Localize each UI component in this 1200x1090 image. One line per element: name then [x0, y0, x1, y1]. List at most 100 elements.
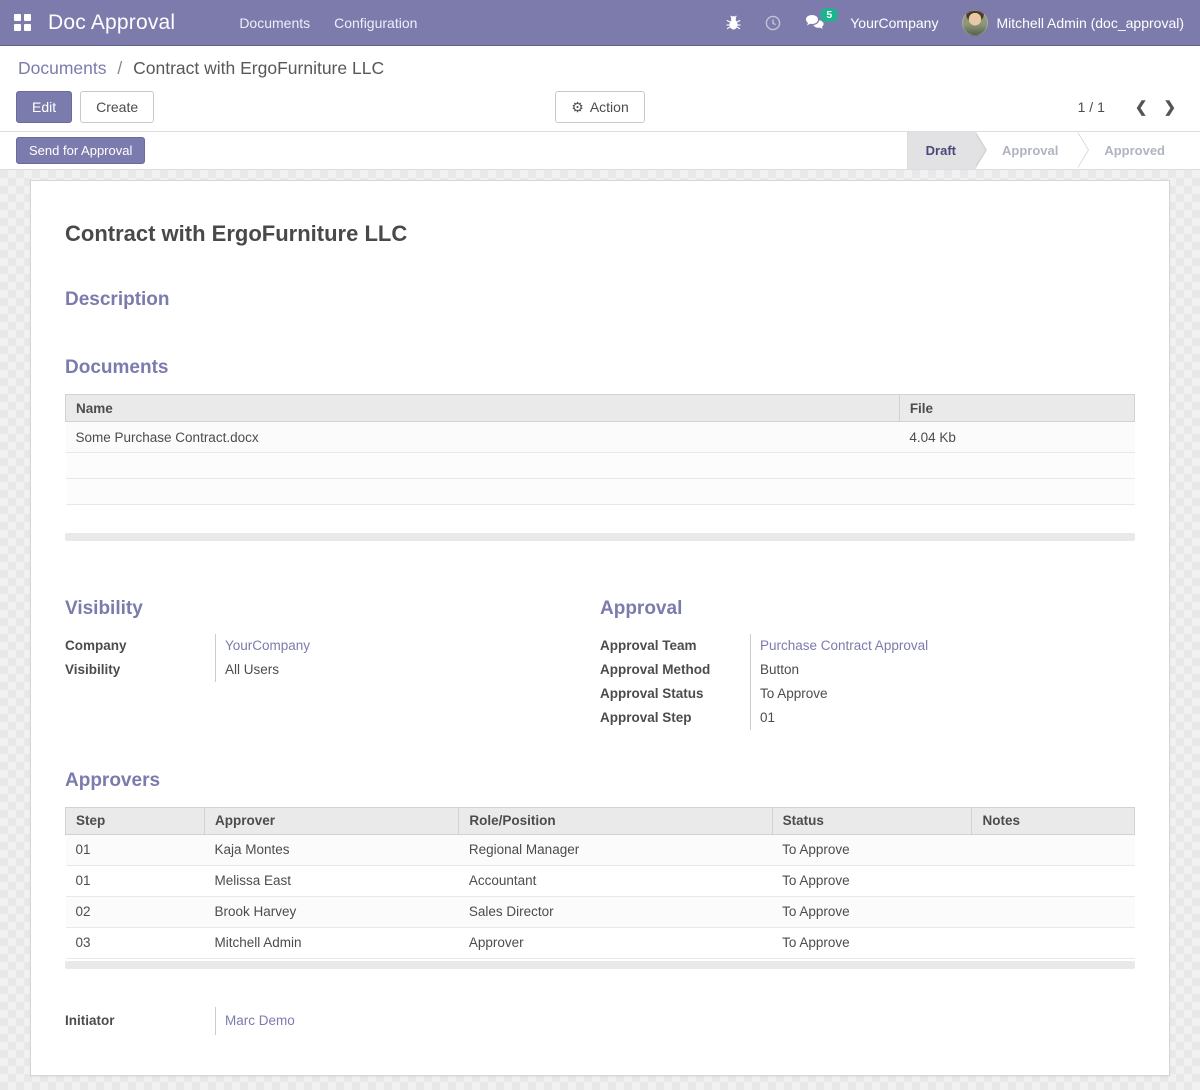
field-initiator-value: Marc Demo	[215, 1007, 600, 1035]
documents-section-heading: Documents	[65, 357, 1135, 379]
approver-notes-cell	[972, 865, 1135, 896]
approver-role-cell: Regional Manager	[459, 834, 772, 865]
company-switcher[interactable]: YourCompany	[840, 0, 948, 45]
breadcrumb-current: Contract with ErgoFurniture LLC	[133, 58, 384, 78]
breadcrumb-link-documents[interactable]: Documents	[18, 58, 107, 78]
nav-menu-documents[interactable]: Documents	[227, 0, 322, 45]
field-visibility: Visibility All Users	[65, 658, 600, 682]
field-visibility-value: All Users	[215, 658, 600, 682]
app-brand[interactable]: Doc Approval	[48, 11, 175, 35]
edit-button[interactable]: Edit	[16, 91, 72, 123]
approver-step-cell: 02	[66, 896, 205, 927]
documents-column-file[interactable]: File	[899, 395, 1134, 422]
approval-team-link[interactable]: Purchase Contract Approval	[760, 638, 928, 653]
approver-role-cell: Approver	[459, 927, 772, 958]
messages-menu-button[interactable]: 5	[795, 0, 836, 45]
field-groups: Visibility Company YourCompany Visibilit…	[65, 598, 1135, 730]
field-approval-method-label: Approval Method	[600, 658, 750, 682]
approver-name-cell: Brook Harvey	[204, 896, 458, 927]
status-step-approval[interactable]: Approval	[976, 132, 1078, 169]
status-step-approval-label: Approval	[1002, 143, 1058, 158]
approvers-column-notes[interactable]: Notes	[972, 807, 1135, 834]
documents-empty-row	[66, 453, 1135, 479]
status-step-approved-label: Approved	[1104, 143, 1165, 158]
pager-value[interactable]: 1 / 1	[1078, 99, 1105, 115]
initiator-link[interactable]: Marc Demo	[225, 1013, 295, 1028]
field-approval-status: Approval Status To Approve	[600, 682, 1135, 706]
approver-notes-cell	[972, 927, 1135, 958]
record-title: Contract with ErgoFurniture LLC	[65, 221, 1135, 247]
user-name: Mitchell Admin (doc_approval)	[996, 15, 1184, 31]
apps-menu-button[interactable]	[0, 0, 44, 45]
status-step-draft[interactable]: Draft	[908, 132, 976, 169]
message-count-badge: 5	[820, 8, 838, 22]
user-menu[interactable]: Mitchell Admin (doc_approval)	[952, 0, 1186, 45]
statusbar: Send for Approval Draft Approval Approve…	[0, 132, 1200, 170]
form-view-background: Contract with ErgoFurniture LLC Descript…	[0, 170, 1200, 1090]
approver-step-cell: 03	[66, 927, 205, 958]
field-approval-step-label: Approval Step	[600, 706, 750, 730]
approver-status-cell: To Approve	[772, 896, 972, 927]
documents-empty-row	[66, 479, 1135, 505]
nav-menu-configuration[interactable]: Configuration	[322, 0, 429, 45]
approver-name-cell: Kaja Montes	[204, 834, 458, 865]
navbar-left: Doc Approval Documents Configuration	[0, 0, 429, 45]
documents-table-row[interactable]: Some Purchase Contract.docx 4.04 Kb	[66, 422, 1135, 453]
visibility-group: Visibility Company YourCompany Visibilit…	[65, 598, 600, 730]
control-panel: Documents / Contract with ErgoFurniture …	[0, 46, 1200, 132]
approver-status-cell: To Approve	[772, 834, 972, 865]
approver-row[interactable]: 01 Melissa East Accountant To Approve	[66, 865, 1135, 896]
approvers-column-status[interactable]: Status	[772, 807, 972, 834]
pager-next-button[interactable]: ❯	[1155, 96, 1184, 118]
status-step-draft-label: Draft	[926, 143, 956, 158]
approvers-column-approver[interactable]: Approver	[204, 807, 458, 834]
documents-table-header-row: Name File	[66, 395, 1135, 422]
field-company-label: Company	[65, 634, 215, 658]
approver-row[interactable]: 02 Brook Harvey Sales Director To Approv…	[66, 896, 1135, 927]
approver-row[interactable]: 03 Mitchell Admin Approver To Approve	[66, 927, 1135, 958]
user-avatar	[962, 10, 988, 36]
approver-step-cell: 01	[66, 865, 205, 896]
approver-role-cell: Sales Director	[459, 896, 772, 927]
approver-notes-cell	[972, 896, 1135, 927]
debug-menu-button[interactable]	[716, 0, 751, 45]
field-approval-team: Approval Team Purchase Contract Approval	[600, 634, 1135, 658]
status-steps: Draft Approval Approved	[907, 132, 1185, 169]
activities-menu-button[interactable]	[755, 0, 791, 45]
company-link[interactable]: YourCompany	[225, 638, 310, 653]
field-approval-team-label: Approval Team	[600, 634, 750, 658]
visibility-section-heading: Visibility	[65, 598, 600, 620]
document-file-cell: 4.04 Kb	[899, 422, 1134, 453]
documents-column-name[interactable]: Name	[66, 395, 900, 422]
approvers-table-header-row: Step Approver Role/Position Status Notes	[66, 807, 1135, 834]
action-button[interactable]: ⚙ Action	[555, 91, 644, 123]
approvers-column-role[interactable]: Role/Position	[459, 807, 772, 834]
create-button[interactable]: Create	[80, 91, 154, 123]
send-for-approval-button[interactable]: Send for Approval	[16, 137, 145, 164]
control-panel-buttons: Edit Create ⚙ Action 1 / 1 ❮ ❯	[16, 91, 1184, 123]
field-company: Company YourCompany	[65, 634, 600, 658]
navbar-systray: 5 YourCompany Mitchell Admin (doc_approv…	[716, 0, 1186, 45]
documents-empty-row	[66, 505, 1135, 531]
field-approval-team-value: Purchase Contract Approval	[750, 634, 1135, 658]
pager-previous-button[interactable]: ❮	[1127, 96, 1156, 118]
clock-icon	[765, 15, 781, 31]
field-approval-status-label: Approval Status	[600, 682, 750, 706]
pager: 1 / 1 ❮ ❯	[645, 96, 1184, 118]
approvers-table-scrollbar[interactable]	[65, 961, 1135, 969]
approver-row[interactable]: 01 Kaja Montes Regional Manager To Appro…	[66, 834, 1135, 865]
documents-table: Name File Some Purchase Contract.docx 4.…	[65, 394, 1135, 531]
cp-center-buttons: ⚙ Action	[555, 91, 644, 123]
apps-grid-icon	[14, 14, 31, 31]
status-step-approved[interactable]: Approved	[1078, 132, 1185, 169]
approver-status-cell: To Approve	[772, 865, 972, 896]
gear-icon: ⚙	[571, 100, 584, 114]
breadcrumb: Documents / Contract with ErgoFurniture …	[18, 58, 1184, 79]
approver-role-cell: Accountant	[459, 865, 772, 896]
documents-table-scrollbar[interactable]	[65, 533, 1135, 541]
field-approval-method-value: Button	[750, 658, 1135, 682]
breadcrumb-separator: /	[117, 58, 122, 78]
approvers-column-step[interactable]: Step	[66, 807, 205, 834]
action-button-label: Action	[590, 99, 629, 115]
field-approval-status-value: To Approve	[750, 682, 1135, 706]
